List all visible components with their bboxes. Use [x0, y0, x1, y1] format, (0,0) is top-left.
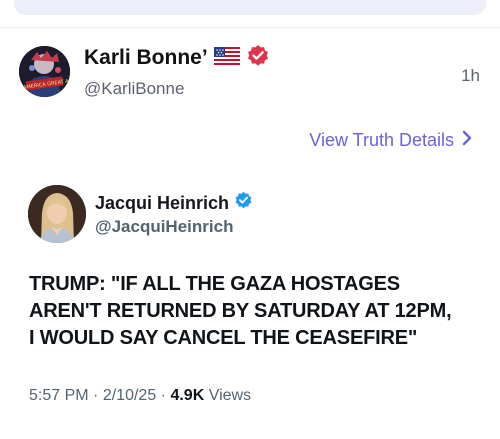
- tweet-date: 2/10/25: [102, 387, 157, 404]
- author-name-row: Karli Bonne’: [84, 44, 270, 72]
- author-avatar[interactable]: MAKE AMERICA GREAT AGAIN: [19, 46, 70, 97]
- post-card: MAKE AMERICA GREAT AGAIN Karli Bonne’ @K…: [0, 0, 500, 439]
- quoted-author-name[interactable]: Jacqui Heinrich: [95, 193, 229, 214]
- quoted-author-handle[interactable]: @JacquiHeinrich: [95, 217, 233, 237]
- author-avatar-image: MAKE AMERICA GREAT AGAIN: [19, 46, 70, 97]
- tweet-time: 5:57 PM: [29, 387, 89, 404]
- verified-badge-icon: [234, 191, 253, 215]
- views-label: Views: [208, 387, 252, 404]
- view-truth-details-label: View Truth Details: [309, 129, 454, 150]
- quoted-tweet-text: TRUMP: "IF ALL THE GAZA HOSTAGES AREN'T …: [29, 273, 452, 349]
- post-timestamp[interactable]: 1h: [461, 66, 480, 86]
- us-flag-icon: [213, 46, 240, 70]
- quoted-author-avatar-image: [28, 185, 86, 243]
- author-handle[interactable]: @KarliBonne: [84, 79, 184, 99]
- quoted-author-avatar[interactable]: [28, 185, 86, 243]
- verified-badge-icon: [246, 44, 270, 73]
- quoted-tweet-meta: 5:57 PM · 2/10/25 · 4.9K Views: [29, 387, 251, 405]
- meta-separator: ·: [160, 387, 171, 404]
- divider: [0, 27, 500, 28]
- previous-element-strip[interactable]: [14, 0, 486, 15]
- view-truth-details-link[interactable]: View Truth Details: [309, 128, 472, 152]
- views-count: 4.9K: [170, 387, 205, 404]
- quoted-author-name-row: Jacqui Heinrich: [95, 191, 253, 215]
- author-name[interactable]: Karli Bonne’: [84, 46, 208, 70]
- chevron-right-icon: [462, 130, 472, 151]
- meta-separator: ·: [93, 387, 103, 404]
